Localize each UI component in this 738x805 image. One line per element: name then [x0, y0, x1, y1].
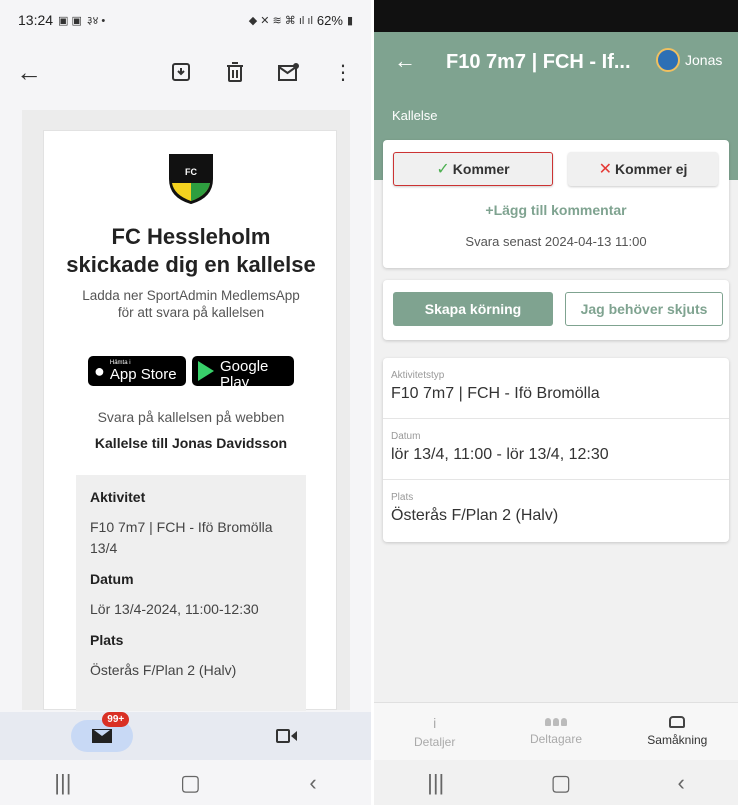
home-icon[interactable]: ▢ [180, 770, 201, 796]
recents-icon[interactable]: ||| [54, 770, 71, 796]
info-icon: i [433, 714, 437, 731]
svg-text:FC: FC [185, 167, 197, 177]
title-line-1: FC Hessleholm [111, 224, 271, 249]
battery-level: 62% [316, 12, 343, 28]
system-back-icon[interactable]: ‹ [309, 770, 316, 796]
mail-icon [92, 729, 113, 743]
app-store-badge[interactable]: ● Hämta i App Store [88, 356, 186, 386]
user-name: Jonas [685, 52, 723, 68]
apple-icon: ● [94, 360, 105, 381]
page-subtitle: Kallelse [392, 108, 438, 123]
activity-info-box: Aktivitet F10 7m7 | FCH - Ifö Bromölla 1… [76, 475, 306, 711]
detail-row-date: Datum lör 13/4, 11:00 - lör 13/4, 12:30 [383, 419, 729, 480]
tab-label: Detaljer [413, 734, 456, 749]
recents-icon[interactable]: ||| [427, 770, 444, 796]
detail-value: lör 13/4, 11:00 - lör 13/4, 12:30 [391, 446, 609, 463]
screen-root: 13:24 ▣ ▣ ३४ • ◆ ✕ ≋ ⌘ ıl ıl 62% ▮ ← ⋮ F… [0, 0, 738, 805]
response-card: ✓ Kommer ✕ Kommer ej +Lägg till kommenta… [383, 140, 729, 268]
plus-icon: + [485, 202, 494, 218]
user-profile[interactable]: Jonas [656, 48, 722, 72]
archive-icon[interactable] [169, 60, 193, 84]
activity-value: F10 7m7 | FCH - Ifö Bromölla 13/4 [90, 519, 273, 556]
car-icon [669, 716, 686, 728]
check-icon: ✓ [436, 161, 450, 178]
email-card: FC FC Hessleholm skickade dig en kallels… [43, 130, 338, 711]
meet-tab[interactable] [275, 727, 300, 745]
notification-icons: ▣ ▣ [58, 14, 82, 27]
sportadmin-app-panel: ← F10 7m7 | FCH - If... Jonas Kallelse ✓… [374, 0, 738, 805]
mark-unread-icon[interactable] [277, 60, 301, 84]
back-arrow-icon[interactable]: ← [394, 48, 416, 74]
date-label: Datum [90, 571, 134, 587]
battery-icon: ▮ [346, 14, 353, 27]
details-card: Aktivitetstyp F10 7m7 | FCH - Ifö Bromöl… [383, 358, 729, 542]
club-invite-title: FC Hessleholm skickade dig en kallelse [44, 223, 338, 279]
download-app-text: Ladda ner SportAdmin MedlemsApp för att … [82, 288, 300, 320]
response-deadline: Svara senast 2024-04-13 11:00 [465, 234, 647, 249]
place-label: Plats [90, 632, 124, 648]
attend-button[interactable]: ✓ Kommer [393, 152, 553, 186]
need-ride-button[interactable]: Jag behöver skjuts [565, 292, 723, 326]
more-vert-icon[interactable]: ⋮ [331, 60, 355, 84]
detail-label: Plats [391, 492, 414, 503]
detail-label: Aktivitetstyp [391, 370, 445, 381]
status-bar: 13:24 ▣ ▣ ३४ • ◆ ✕ ≋ ⌘ ıl ıl 62% ▮ [0, 0, 371, 40]
email-toolbar: ← ⋮ [0, 40, 371, 104]
google-play-badge[interactable]: LADDA NED PÅ Google Play [192, 352, 294, 390]
video-camera-icon [275, 729, 290, 743]
detail-row-type: Aktivitetstyp F10 7m7 | FCH - Ifö Bromöl… [383, 358, 729, 419]
detail-row-place: Plats Österås F/Plan 2 (Halv) [383, 480, 729, 541]
carpool-card: Skapa körning Jag behöver skjuts [383, 280, 729, 340]
email-app-panel: 13:24 ▣ ▣ ३४ • ◆ ✕ ≋ ⌘ ıl ıl 62% ▮ ← ⋮ F… [0, 0, 371, 805]
detail-value: F10 7m7 | FCH - Ifö Bromölla [391, 385, 600, 402]
store-badges: ● Hämta i App Store LADDA NED PÅ Google … [88, 352, 294, 390]
tab-details[interactable]: i Detaljer [374, 703, 495, 760]
back-arrow-icon[interactable]: ← [16, 57, 46, 88]
title-line-2: skickade dig en kallelse [66, 252, 316, 277]
clock: 13:24 [18, 12, 54, 28]
place-value: Österås F/Plan 2 (Halv) [90, 662, 237, 678]
app-bottom-tabs: i Detaljer Deltagare Samåkning [374, 702, 738, 760]
invite-recipient: Kallelse till Jonas Davidsson [94, 435, 288, 451]
decline-label: Kommer ej [615, 161, 688, 177]
unread-count-badge: 99+ [102, 712, 130, 727]
attend-label: Kommer [452, 161, 510, 177]
close-icon: ✕ [598, 161, 613, 178]
delete-icon[interactable] [223, 60, 247, 84]
add-comment-button[interactable]: +Lägg till kommentar [383, 202, 729, 218]
system-back-icon[interactable]: ‹ [678, 770, 685, 796]
create-ride-button[interactable]: Skapa körning [393, 292, 553, 326]
google-play-icon [198, 361, 214, 381]
add-comment-label: Lägg till kommentar [493, 202, 627, 218]
signal-wifi-icons: ◆ ✕ ≋ ⌘ ıl ıl [248, 14, 313, 27]
google-play-label: Google Play [220, 357, 269, 391]
tab-carpool[interactable]: Samåkning [617, 703, 738, 760]
detail-label: Datum [391, 431, 421, 442]
activity-title: F10 7m7 | FCH - If... [446, 51, 631, 73]
date-value: Lör 13/4-2024, 11:00-12:30 [90, 601, 259, 617]
mail-tab[interactable]: 99+ [71, 712, 134, 752]
people-icon [544, 717, 567, 726]
app-store-label: App Store [109, 365, 177, 383]
club-crest-logo: FC [168, 153, 214, 205]
avatar [656, 48, 680, 72]
answer-on-web-link[interactable]: Svara på kallelsen på webben [44, 409, 338, 425]
system-nav-bar: ||| ▢ ‹ [374, 760, 738, 805]
status-bar-area [374, 0, 738, 32]
system-nav-bar: ||| ▢ ‹ [0, 760, 371, 805]
home-icon[interactable]: ▢ [551, 770, 572, 796]
detail-value: Österås F/Plan 2 (Halv) [391, 507, 559, 524]
tab-label: Deltagare [529, 731, 582, 746]
gmail-bottom-nav: 99+ [0, 712, 371, 760]
tab-label: Samåkning [647, 733, 708, 747]
tab-participants[interactable]: Deltagare [495, 703, 616, 760]
decline-button[interactable]: ✕ Kommer ej [568, 152, 718, 186]
activity-label: Aktivitet [90, 489, 146, 505]
status-icons-text: ३४ • [86, 14, 106, 27]
